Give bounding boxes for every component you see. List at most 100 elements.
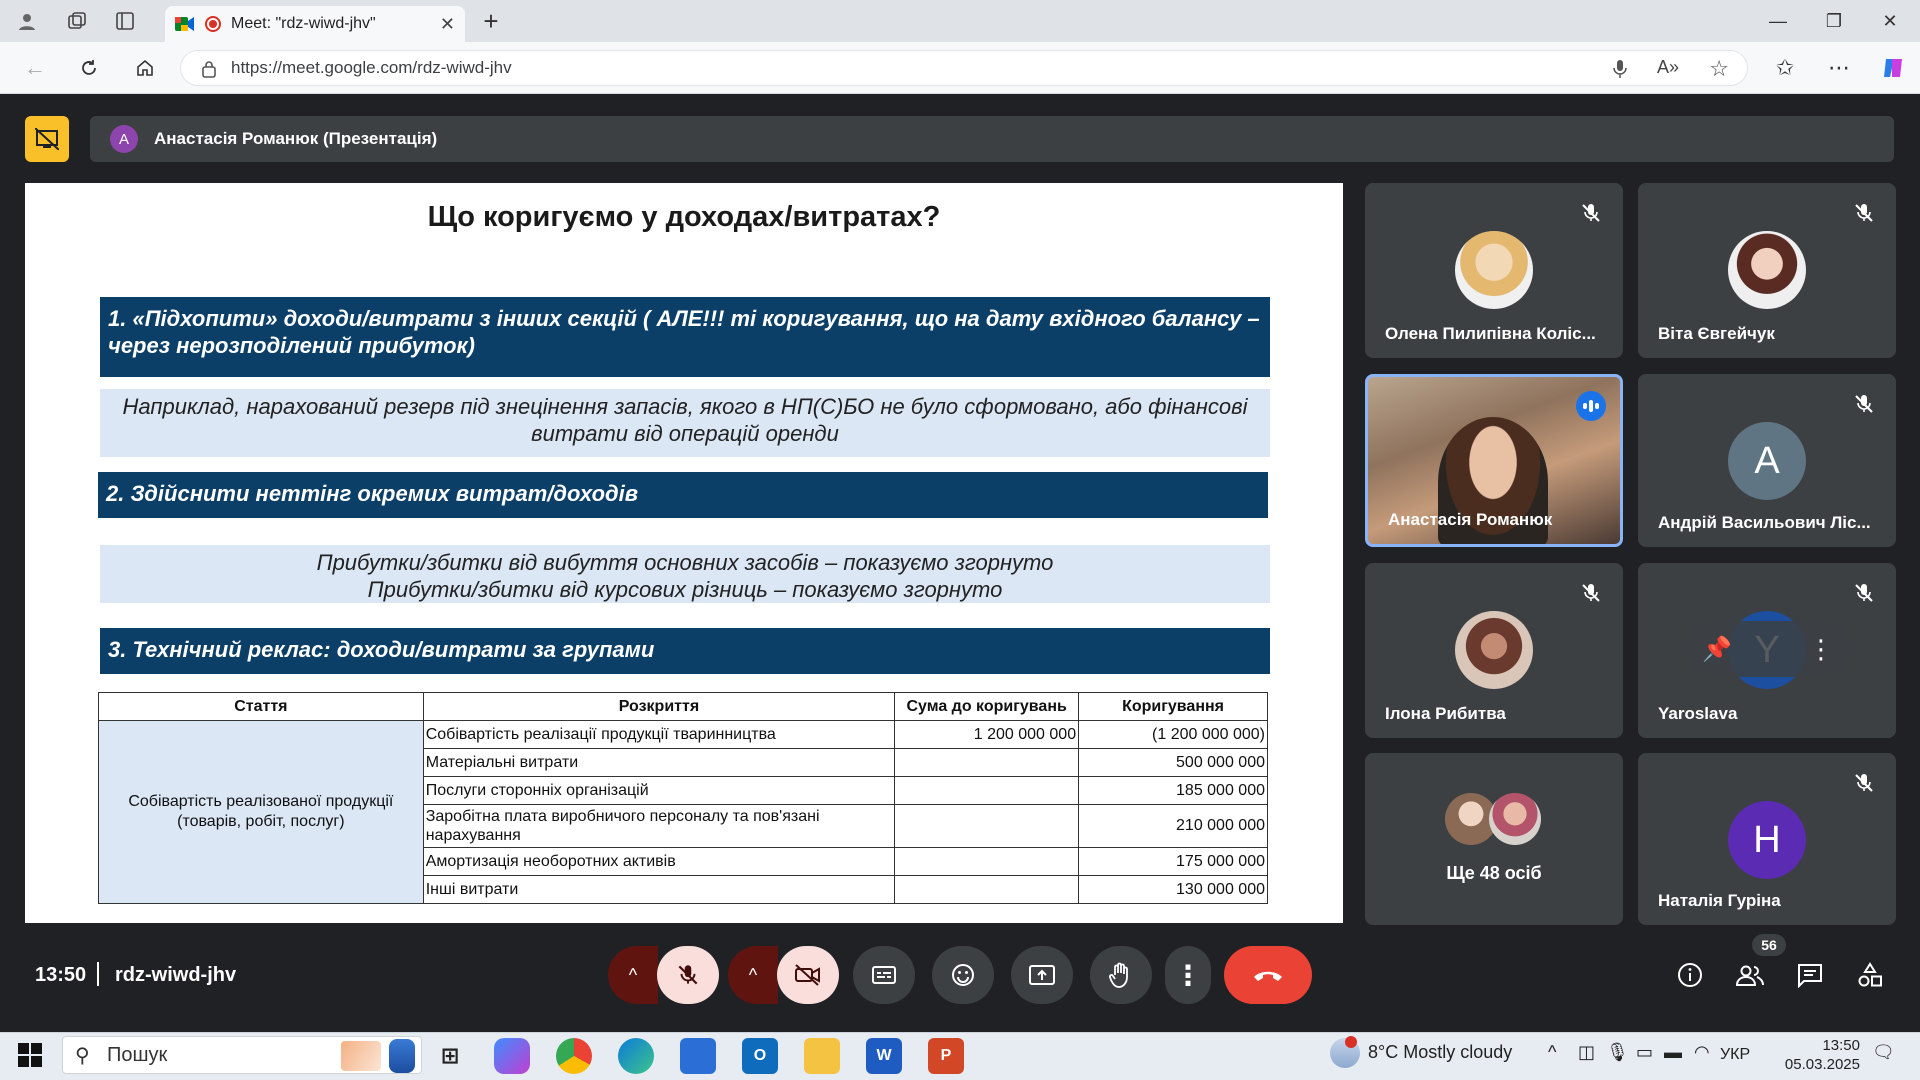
more-options-button[interactable]: ⋮ bbox=[1165, 946, 1211, 1004]
url-text: https://meet.google.com/rdz-wiwd-jhv bbox=[231, 58, 512, 77]
task-view-icon[interactable]: ⊞ bbox=[432, 1038, 468, 1074]
participant-name: Андрій Васильович Ліс... bbox=[1658, 513, 1871, 532]
pin-icon[interactable]: 📌 bbox=[1702, 635, 1732, 664]
word-icon[interactable]: W bbox=[866, 1038, 902, 1074]
meet-tray-icon[interactable]: ◫ bbox=[1578, 1042, 1595, 1063]
stop-presentation-icon[interactable] bbox=[25, 116, 69, 162]
microphone-tray-icon[interactable]: 🎙 bbox=[1606, 1042, 1629, 1063]
minimize-button[interactable]: — bbox=[1758, 8, 1798, 34]
reactions-button[interactable] bbox=[932, 946, 994, 1004]
raise-hand-button[interactable] bbox=[1090, 946, 1152, 1004]
chat-button[interactable] bbox=[1788, 946, 1832, 1004]
windows-start-icon[interactable] bbox=[18, 1043, 42, 1072]
copilot-taskbar-icon[interactable] bbox=[494, 1038, 530, 1074]
close-tab-icon[interactable]: ✕ bbox=[440, 14, 455, 35]
muted-mic-icon bbox=[1855, 774, 1873, 792]
info-icon bbox=[1678, 963, 1702, 987]
participant-name: Анастасія Романюк bbox=[1388, 510, 1553, 529]
edge-icon[interactable] bbox=[618, 1038, 654, 1074]
participant-tile-active-speaker[interactable]: Анастасія Романюк bbox=[1365, 374, 1623, 547]
tab-meet[interactable]: Meet: "rdz-wiwd-jhv" ✕ bbox=[165, 6, 465, 42]
system-date: 05.03.2025 bbox=[1784, 1056, 1860, 1073]
new-tab-button[interactable]: + bbox=[478, 6, 504, 36]
display-tray-icon[interactable]: ▭ bbox=[1636, 1042, 1653, 1063]
emoji-icon bbox=[952, 964, 974, 986]
maximize-button[interactable]: ❐ bbox=[1814, 8, 1854, 34]
participant-tile[interactable]: Віта Євгейчук bbox=[1638, 183, 1896, 358]
address-bar[interactable]: https://meet.google.com/rdz-wiwd-jhv A» … bbox=[180, 50, 1748, 86]
weather-text[interactable]: 8°C Mostly cloudy bbox=[1368, 1042, 1512, 1063]
more-participants-label: Ще 48 осіб bbox=[1446, 863, 1542, 883]
slide-section-2: 2. Здійснити неттінг окремих витрат/дохо… bbox=[98, 472, 1268, 518]
leave-call-button[interactable] bbox=[1224, 946, 1312, 1004]
more-menu-icon[interactable]: ⋯ bbox=[1826, 55, 1852, 81]
present-screen-button[interactable] bbox=[1011, 946, 1073, 1004]
table-header: Коригування bbox=[1078, 692, 1268, 721]
table-cell bbox=[894, 748, 1080, 777]
close-window-button[interactable]: ✕ bbox=[1870, 8, 1910, 34]
home-button[interactable] bbox=[132, 55, 158, 81]
system-time: 13:50 bbox=[1822, 1037, 1860, 1054]
participant-tile[interactable]: Y 📌 ⋮ Yaroslava bbox=[1638, 563, 1896, 738]
adjustments-table: Стаття Розкриття Сума до коригувань Кори… bbox=[98, 692, 1268, 904]
participant-tile[interactable]: Ілона Рибитва bbox=[1365, 563, 1623, 738]
table-cell: Заробітна плата виробничого персоналу та… bbox=[422, 804, 896, 848]
wifi-icon[interactable]: ◠ bbox=[1694, 1042, 1710, 1063]
system-clock[interactable]: 13:50 05.03.2025 bbox=[1780, 1036, 1860, 1074]
more-options-icon[interactable]: ⋮ bbox=[1808, 634, 1834, 665]
copilot-icon[interactable] bbox=[1880, 55, 1906, 81]
chat-icon bbox=[1798, 964, 1822, 988]
captions-icon bbox=[872, 966, 896, 984]
divider bbox=[97, 962, 99, 986]
site-info-icon[interactable] bbox=[201, 60, 217, 83]
show-hidden-icons-icon[interactable]: ^ bbox=[1548, 1042, 1556, 1063]
search-placeholder: Пошук bbox=[107, 1043, 168, 1066]
chrome-icon[interactable] bbox=[556, 1038, 592, 1074]
profile-icon[interactable] bbox=[14, 8, 40, 34]
workspaces-icon[interactable] bbox=[64, 8, 90, 34]
favorite-star-icon[interactable]: ☆ bbox=[1709, 56, 1729, 82]
audio-options-button[interactable]: ^ bbox=[608, 946, 658, 1004]
participant-tile[interactable]: Н Наталія Гуріна bbox=[1638, 753, 1896, 925]
tab-actions-icon[interactable] bbox=[112, 8, 138, 34]
mic-permission-icon[interactable] bbox=[1613, 59, 1627, 84]
muted-mic-icon bbox=[1855, 395, 1873, 413]
outlook-icon[interactable]: O bbox=[742, 1038, 778, 1074]
table-cell: Матеріальні витрати bbox=[422, 748, 896, 777]
store-icon[interactable] bbox=[680, 1038, 716, 1074]
mic-toggle-button[interactable] bbox=[657, 946, 719, 1004]
recording-indicator-icon bbox=[205, 16, 221, 32]
participant-tile[interactable]: А Андрій Васильович Ліс... bbox=[1638, 374, 1896, 547]
battery-icon[interactable]: ▬ bbox=[1664, 1042, 1682, 1063]
participant-avatar: Н bbox=[1728, 801, 1806, 879]
refresh-button[interactable] bbox=[76, 55, 102, 81]
back-button[interactable]: ← bbox=[22, 55, 48, 81]
speaking-indicator-icon bbox=[1576, 391, 1606, 421]
powerpoint-icon[interactable]: P bbox=[928, 1038, 964, 1074]
participant-photo bbox=[1455, 611, 1533, 689]
read-aloud-icon[interactable]: A» bbox=[1657, 57, 1679, 78]
participant-tile[interactable]: Олена Пилипівна Коліс... bbox=[1365, 183, 1623, 358]
tab-title: Meet: "rdz-wiwd-jhv" bbox=[231, 15, 376, 32]
taskbar-search[interactable]: ⚲ Пошук bbox=[62, 1036, 422, 1074]
table-row: Собівартість реалізованої продукції (тов… bbox=[98, 720, 1268, 904]
meeting-details-button[interactable] bbox=[1668, 946, 1712, 1004]
participant-photo bbox=[1728, 231, 1806, 309]
activities-button[interactable] bbox=[1848, 946, 1892, 1004]
table-cell: 210 000 000 bbox=[1078, 804, 1268, 848]
camera-toggle-button[interactable] bbox=[777, 946, 839, 1004]
slide-note-1: Наприклад, нарахований резерв під знецін… bbox=[100, 389, 1270, 457]
presenter-avatar: A bbox=[110, 125, 138, 153]
notifications-icon[interactable]: 🗨 bbox=[1872, 1042, 1895, 1063]
favorites-icon[interactable]: ✩ bbox=[1772, 55, 1798, 81]
participant-photo bbox=[1489, 793, 1541, 845]
meeting-clock: 13:50 bbox=[35, 964, 87, 986]
presenter-label: Анастасія Романюк (Презентація) bbox=[154, 129, 438, 148]
captions-button[interactable] bbox=[853, 946, 915, 1004]
video-options-button[interactable]: ^ bbox=[728, 946, 778, 1004]
language-indicator[interactable]: УКР bbox=[1720, 1046, 1750, 1064]
file-explorer-icon[interactable] bbox=[804, 1038, 840, 1074]
present-icon bbox=[1029, 965, 1055, 985]
more-participants-tile[interactable]: Ще 48 осіб bbox=[1365, 753, 1623, 925]
muted-mic-icon bbox=[1855, 584, 1873, 602]
